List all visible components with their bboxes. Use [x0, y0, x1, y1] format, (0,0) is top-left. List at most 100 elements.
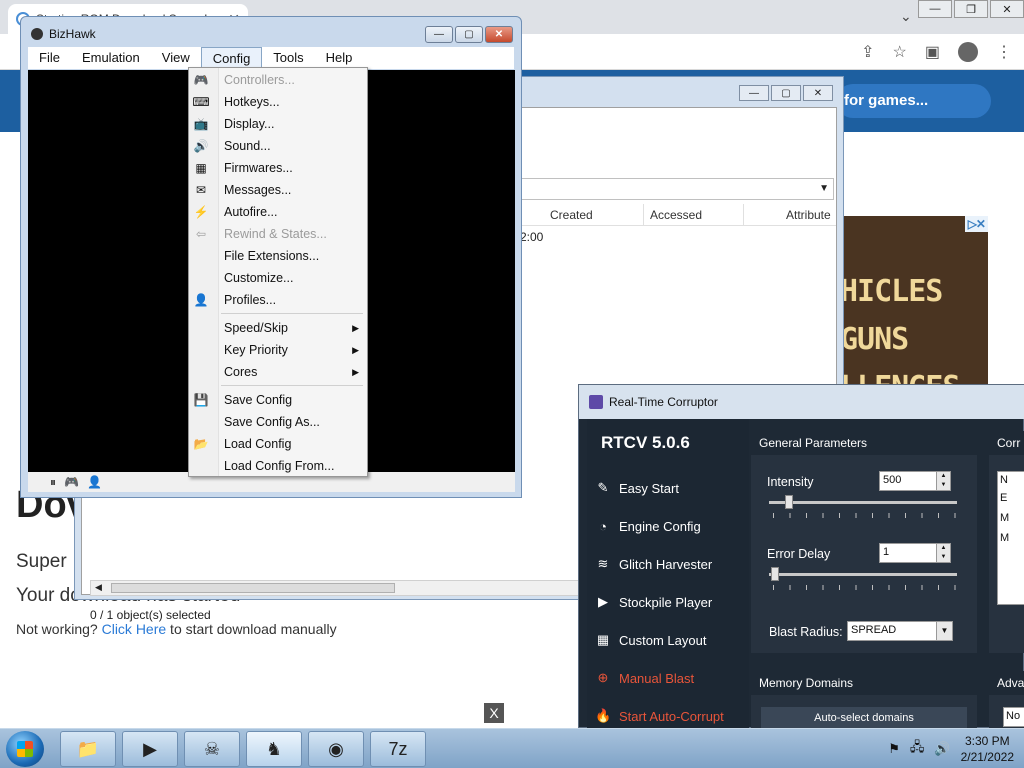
bookmark-star-icon[interactable]: ☆ [893, 42, 907, 62]
error-delay-input[interactable]: 1 ▲ ▼ [879, 543, 951, 563]
corruption-engine-row[interactable]: M [1000, 532, 1022, 544]
click-here-link[interactable]: Click Here [102, 621, 167, 637]
explorer-close-icon[interactable]: ✕ [803, 85, 833, 101]
intensity-value: 500 [883, 474, 902, 486]
memory-domains-panel: Memory Domains Auto-select domains [751, 671, 977, 729]
menu-help[interactable]: Help [315, 47, 364, 69]
browser-close-icon[interactable]: ✕ [990, 0, 1024, 18]
network-icon[interactable]: 🖧 [910, 738, 925, 760]
side-panel-icon[interactable]: ▣ [925, 42, 940, 62]
config-menu-item-save-config-as[interactable]: Save Config As... [189, 411, 367, 433]
play-icon: ▶ [598, 594, 608, 609]
volume-icon[interactable]: 🔊 [934, 741, 950, 757]
taskbar-7zip-button[interactable]: 7z [370, 731, 426, 767]
error-delay-spinner-icon[interactable]: ▲ ▼ [936, 544, 950, 562]
bizhawk-maximize-icon[interactable]: ▢ [455, 26, 483, 43]
column-created[interactable]: Created [520, 204, 644, 225]
menu-tools[interactable]: Tools [262, 47, 314, 69]
menu-config[interactable]: Config [200, 47, 263, 69]
site-search-box[interactable]: for games... [836, 84, 991, 118]
browser-restore-icon[interactable]: ❐ [954, 0, 988, 18]
scrollbar-thumb[interactable] [111, 583, 395, 593]
auto-select-domains-button[interactable]: Auto-select domains [761, 707, 967, 729]
controller-status-icon: 🎮 [64, 475, 79, 489]
corruption-engine-row[interactable]: M [1000, 512, 1022, 524]
horizontal-scrollbar[interactable]: ◀ [90, 580, 584, 596]
rtcv-nav-engine-config[interactable]: ◔ Engine Config [595, 513, 701, 539]
rtcv-nav-easy-start[interactable]: ✎ Easy Start [595, 475, 679, 501]
config-menu-item-file-extensions[interactable]: File Extensions... [189, 245, 367, 267]
path-dropdown[interactable]: ▼ [520, 178, 834, 200]
menu-emulation[interactable]: Emulation [71, 47, 151, 69]
bizhawk-close-icon[interactable]: ✕ [485, 26, 513, 43]
dropdown-arrow-icon[interactable]: ▼ [819, 183, 829, 194]
browser-window-controls: — ❐ ✕ [916, 0, 1024, 18]
profile-avatar-icon[interactable] [958, 42, 978, 62]
action-center-flag-icon[interactable]: ⚑ [888, 741, 900, 757]
bizhawk-minimize-icon[interactable]: — [425, 26, 453, 43]
taskbar-bizhawk-button[interactable]: ♞ [246, 731, 302, 767]
config-menu-item-display[interactable]: 📺 Display... [189, 113, 367, 135]
corruption-engine-row[interactable]: E [1000, 492, 1022, 504]
explorer-minimize-icon[interactable]: — [739, 85, 769, 101]
column-accessed[interactable]: Accessed [644, 204, 744, 225]
column-attributes[interactable]: Attribute [744, 204, 836, 225]
config-menu-item-speed-skip[interactable]: Speed/Skip ▶ [189, 317, 367, 339]
blast-radius-dropdown-icon[interactable]: ▼ [936, 622, 952, 640]
taskbar-rtcv-button[interactable]: ☠ [184, 731, 240, 767]
rtcv-nav-glitch-harvester[interactable]: ≋ Glitch Harvester [595, 551, 713, 577]
config-menu-label: Save Config As... [224, 415, 320, 429]
tab-search-chevron-icon[interactable]: ⌄ [900, 8, 912, 25]
share-icon[interactable]: ⇪ [861, 42, 874, 62]
intensity-spinner-icon[interactable]: ▲ ▼ [936, 472, 950, 490]
browser-minimize-icon[interactable]: — [918, 0, 952, 18]
config-menu-item-sound[interactable]: 🔊 Sound... [189, 135, 367, 157]
config-menu-item-profiles[interactable]: 👤 Profiles... [189, 289, 367, 311]
taskbar-chrome-button[interactable]: ◉ [308, 731, 364, 767]
config-menu-item-hotkeys[interactable]: ⌨ Hotkeys... [189, 91, 367, 113]
menu-view[interactable]: View [151, 47, 201, 69]
intensity-slider-thumb[interactable] [785, 495, 793, 509]
intensity-input[interactable]: 500 ▲ ▼ [879, 471, 951, 491]
scroll-left-icon[interactable]: ◀ [95, 582, 102, 593]
config-menu-label: Controllers... [224, 73, 295, 87]
pause-icon[interactable]: ⏸ [50, 475, 56, 490]
more-menu-icon[interactable]: ⋮ [996, 42, 1012, 62]
blast-radius-select[interactable]: SPREAD ▼ [847, 621, 953, 641]
config-menu-item-controllers[interactable]: 🎮 Controllers... [189, 69, 367, 91]
taskbar-explorer-button[interactable]: 📁 [60, 731, 116, 767]
config-menu-item-save-config[interactable]: 💾 Save Config [189, 389, 367, 411]
overlay-close-button[interactable]: X [484, 703, 504, 723]
explorer-app-icon: 📁 [76, 738, 100, 759]
ad-choices-icon[interactable]: ▷✕ [964, 216, 988, 232]
rtcv-nav-start-auto-corrupt[interactable]: 🔥 Start Auto-Corrupt [595, 703, 724, 729]
config-menu-item-autofire[interactable]: ⚡ Autofire... [189, 201, 367, 223]
rtcv-nav-manual-blast[interactable]: ⊕ Manual Blast [595, 665, 695, 691]
intensity-slider-track[interactable] [769, 501, 957, 504]
config-menu-item-load-config[interactable]: 📂 Load Config [189, 433, 367, 455]
site-advertisement[interactable]: ▷✕ HICLES GUNS LLENGES [840, 216, 988, 384]
explorer-maximize-icon[interactable]: ▢ [771, 85, 801, 101]
advanced-select[interactable]: No [1003, 707, 1024, 727]
config-menu-label: Load Config From... [224, 459, 335, 473]
config-menu-item-customize[interactable]: Customize... [189, 267, 367, 289]
start-button[interactable] [6, 731, 44, 767]
rtcv-nav-stockpile-player[interactable]: ▶ Stockpile Player [595, 589, 712, 615]
menu-separator [221, 313, 363, 314]
config-menu-item-load-config-from[interactable]: Load Config From... [189, 455, 367, 477]
menu-file[interactable]: File [28, 47, 71, 69]
error-delay-slider-track[interactable] [769, 573, 957, 576]
wand-icon: ✎ [597, 480, 609, 495]
selection-status: 0 / 1 object(s) selected [90, 608, 211, 622]
config-menu-item-messages[interactable]: ✉ Messages... [189, 179, 367, 201]
user-status-icon: 👤 [86, 475, 102, 489]
taskbar-media-button[interactable]: ▶ [122, 731, 178, 767]
config-menu-item-key-priority[interactable]: Key Priority ▶ [189, 339, 367, 361]
config-menu-item-rewind-states[interactable]: ⇦ Rewind & States... [189, 223, 367, 245]
rtcv-nav-custom-layout[interactable]: ▦ Custom Layout [595, 627, 707, 653]
system-clock[interactable]: 3:30 PM 2/21/2022 [961, 733, 1014, 765]
config-menu-item-cores[interactable]: Cores ▶ [189, 361, 367, 383]
error-delay-slider-thumb[interactable] [771, 567, 779, 581]
config-menu-item-firmwares[interactable]: ▦ Firmwares... [189, 157, 367, 179]
corruption-engine-list[interactable]: N E M M [997, 471, 1024, 605]
